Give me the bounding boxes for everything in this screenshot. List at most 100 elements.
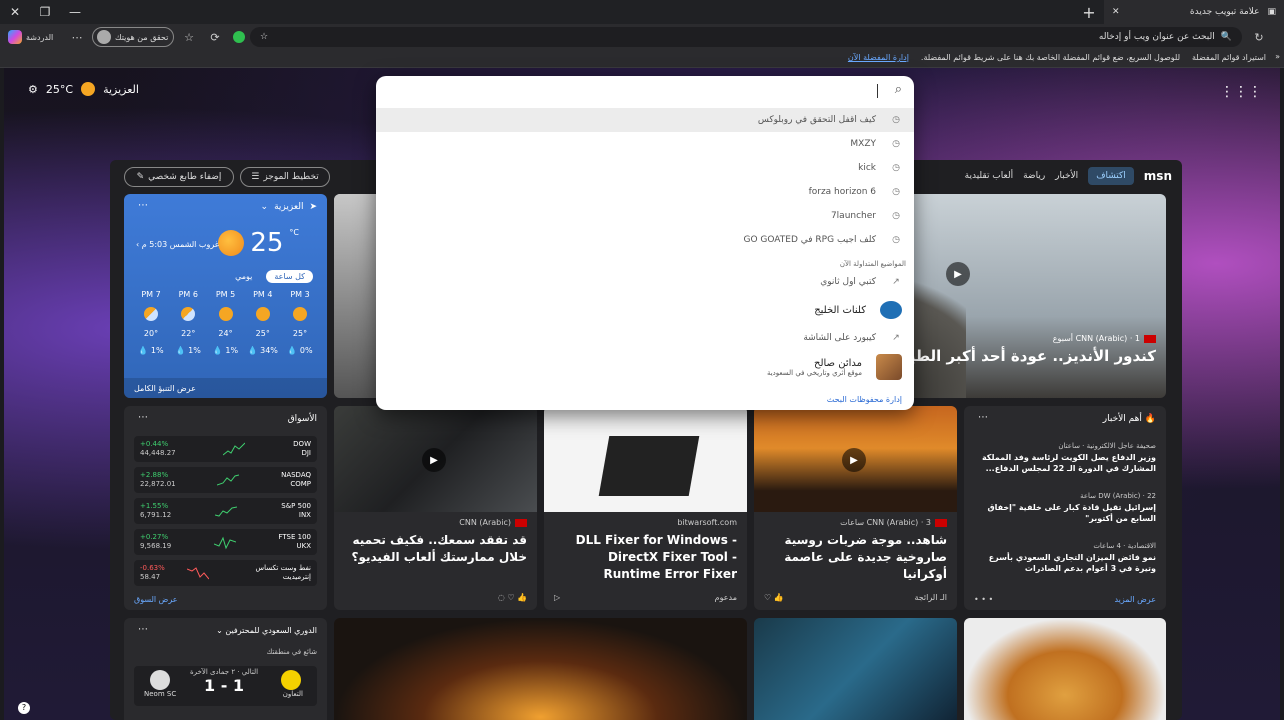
sparkline-up xyxy=(213,536,236,550)
more-options-icon[interactable]: ⋯ xyxy=(68,28,86,46)
address-bar[interactable]: 🔍 البحث عن عنوان ويب أو إدخاله ☆ xyxy=(250,27,1242,47)
suggestion-item[interactable]: كيف اقفل التحقق في روبلوكس ◷ xyxy=(376,108,914,132)
market-value: 22,872.01 xyxy=(140,480,176,488)
close-window-icon[interactable]: ✕ xyxy=(0,0,30,24)
settings-gear-icon[interactable]: ⚙ xyxy=(28,83,38,96)
like-icon[interactable]: 👍 ♡ xyxy=(764,593,784,602)
weather-location[interactable]: ➤ العزيزية ⌄ xyxy=(261,202,317,212)
trending-item[interactable]: مدائن صالح موقع أثري وتاريخي في السعودية xyxy=(376,352,914,382)
extensions-icon[interactable]: ⟳ xyxy=(206,28,224,46)
ad-icon[interactable]: ▷ xyxy=(554,593,560,602)
cnn-logo-icon xyxy=(515,518,527,527)
history-icon: ◷ xyxy=(892,115,900,125)
market-row[interactable]: +0.44% 44,448.27 DOW DJI xyxy=(134,436,317,462)
market-row[interactable]: -0.63% 58.47 نفط وست تكساس إنترميديت xyxy=(134,560,317,586)
see-more-link[interactable]: عرض المزيد xyxy=(1114,595,1156,604)
add-favorite-icon[interactable]: ☆ xyxy=(260,32,268,42)
tab-daily[interactable]: يومي xyxy=(227,270,260,283)
article-image[interactable] xyxy=(334,618,747,720)
search-input[interactable]: ⌕ xyxy=(376,76,914,106)
suggestion-item[interactable]: كلف اجيب RPG في GO GOATED ◷ xyxy=(376,228,914,252)
top-news-headline[interactable]: وزير الدفاع يصل الكويت لرئاسة وفد المملك… xyxy=(974,452,1156,474)
header-weather[interactable]: ⚙ 25°C العزيزية xyxy=(28,82,139,96)
top-news-title[interactable]: 🔥 أهم الأخبار xyxy=(1103,414,1156,424)
market-row[interactable]: +0.27% 9,568.19 FTSE 100 UKX xyxy=(134,529,317,555)
top-news-item[interactable]: الاقتصادية · 4 ساعات نمو فائض الميزان ال… xyxy=(974,542,1156,574)
article-title[interactable]: شاهد.. موجة ضربات روسية صاروخية جديدة عل… xyxy=(764,532,947,583)
top-news-item[interactable]: DW (Arabic) · 22 ساعة إسرائيل تقيل قادة … xyxy=(974,492,1156,524)
sunset-info[interactable]: ‹ غروب الشمس 5:03 م xyxy=(136,240,219,249)
trending-item[interactable]: كيبورد على الشاشة ↗ xyxy=(376,326,914,350)
suggestion-item[interactable]: MXZY ◷ xyxy=(376,132,914,156)
market-row[interactable]: +1.55% 6,791.12 S&P 500 INX xyxy=(134,498,317,524)
markets-title[interactable]: الأسواق xyxy=(288,414,317,424)
copilot-button[interactable]: الدردشة xyxy=(8,27,62,47)
weather-more-icon[interactable]: ⋯ xyxy=(138,200,148,211)
away-crest-icon xyxy=(150,670,170,690)
tab-discover[interactable]: اكتشاف xyxy=(1088,167,1134,185)
feed-layout-button[interactable]: ☰ تخطيط الموجز xyxy=(240,167,330,187)
match-row[interactable]: Neom SC التالي · ٢ جمادى الآخرة 1 - 1 ال… xyxy=(134,666,317,706)
play-icon[interactable]: ▶ xyxy=(422,448,446,472)
trending-item[interactable]: كلنات الخليج xyxy=(376,298,914,322)
refresh-icon[interactable]: ↻ xyxy=(1250,28,1268,46)
markets-footer-link[interactable]: عرض السوق xyxy=(134,595,178,604)
suggestion-item[interactable]: 7launcher ◷ xyxy=(376,204,914,228)
weather-card[interactable]: ➤ العزيزية ⌄ ⋯ 25 °C ‹ غروب الشمس 5:03 م… xyxy=(124,194,327,398)
cnn-logo-icon xyxy=(1144,334,1156,343)
league-title[interactable]: الدوري السعودي للمحترفين ⌄ xyxy=(216,626,317,635)
top-news-more-icon[interactable]: ⋯ xyxy=(978,412,988,423)
layout-icon: ☰ xyxy=(251,172,260,182)
favorites-more-icon[interactable]: » xyxy=(1275,52,1280,61)
manage-favorites-link[interactable]: إدارة المفضلة الآن xyxy=(848,53,909,62)
pagination-dots[interactable]: • • • xyxy=(974,595,993,604)
news-card[interactable]: bitwarsoft.com DLL Fixer for Windows - D… xyxy=(544,406,747,610)
play-icon[interactable]: ▶ xyxy=(946,262,970,286)
tab-new-tab[interactable]: ▣ علامة تبويب جديدة ✕ xyxy=(1104,0,1284,24)
manage-search-history-link[interactable]: إدارة محفوظات البحث xyxy=(827,395,902,404)
extension-green-icon[interactable] xyxy=(230,28,248,46)
minimize-window-icon[interactable]: — xyxy=(60,0,90,24)
tab-classic-games[interactable]: ألعاب تقليدية xyxy=(965,171,1013,181)
tab-news[interactable]: الأخبار xyxy=(1055,171,1078,181)
top-news-headline[interactable]: إسرائيل تقيل قادة كبار على خلفية "إخفاق … xyxy=(974,502,1156,524)
hour-time: 7 PM xyxy=(141,290,161,299)
top-news-footer: عرض المزيد • • • xyxy=(974,595,1156,604)
league-more-icon[interactable]: ⋯ xyxy=(138,624,148,635)
favorites-icon[interactable]: ☆ xyxy=(180,28,198,46)
restore-window-icon[interactable]: ❐ xyxy=(30,0,60,24)
tab-sports[interactable]: رياضة xyxy=(1023,171,1045,181)
msn-logo[interactable]: msn xyxy=(1144,169,1172,183)
profile-button[interactable]: تحقق من هويتك xyxy=(92,27,174,47)
trending-item[interactable]: كتبي اول ثانوي ↗ xyxy=(376,270,914,294)
market-row[interactable]: +2.88% 22,872.01 NASDAQ COMP xyxy=(134,467,317,493)
top-news-headline[interactable]: نمو فائض الميزان التجاري السعودي بأسرع و… xyxy=(974,552,1156,574)
top-news-item[interactable]: صحيفة عاجل الالكترونية · ساعتان وزير الد… xyxy=(974,442,1156,474)
article-title[interactable]: DLL Fixer for Windows - DirectX Fixer To… xyxy=(554,532,737,583)
news-card[interactable]: ▶ CNN (Arabic) · 3 ساعات شاهد.. موجة ضرب… xyxy=(754,406,957,610)
suggestion-item[interactable]: forza horizon 6 ◷ xyxy=(376,180,914,204)
tab-hourly[interactable]: كل ساعة xyxy=(266,270,313,283)
tab-close-icon[interactable]: ✕ xyxy=(1112,7,1120,17)
news-card[interactable]: ▶ CNN (Arabic) قد تفقد سمعك.. فكيف تحميه… xyxy=(334,406,537,610)
article-title[interactable]: قد تفقد سمعك.. فكيف تحميه خلال ممارستك أ… xyxy=(344,532,528,566)
new-tab-button[interactable]: + xyxy=(1074,0,1104,24)
thumbnail-image xyxy=(876,354,902,380)
hour-temp: 24° xyxy=(218,329,233,338)
sunset-text: غروب الشمس 5:03 م xyxy=(141,240,219,249)
play-icon[interactable]: ▶ xyxy=(842,448,866,472)
weather-footer-link[interactable]: عرض التنبؤ الكامل xyxy=(124,378,327,398)
markets-more-icon[interactable]: ⋯ xyxy=(138,412,148,423)
like-icon[interactable]: 👍 ♡ ◌ xyxy=(498,593,527,602)
hero-title[interactable]: كندور الأنديز.. عودة أحد أكبر الطيور الـ xyxy=(871,347,1156,365)
market-change: -0.63% xyxy=(140,564,165,572)
personalize-button[interactable]: ✎ إضفاء طابع شخصي xyxy=(124,167,234,187)
help-icon[interactable]: ? xyxy=(18,702,30,714)
app-launcher-icon[interactable]: ⋮⋮⋮ xyxy=(1220,84,1262,100)
import-favorites-button[interactable]: استيراد قوائم المفضلة xyxy=(1192,53,1266,62)
market-value: 6,791.12 xyxy=(140,511,172,519)
suggestion-item[interactable]: kick ◷ xyxy=(376,156,914,180)
article-image[interactable] xyxy=(754,618,957,720)
history-icon: ◷ xyxy=(892,187,900,197)
article-image[interactable] xyxy=(964,618,1166,720)
